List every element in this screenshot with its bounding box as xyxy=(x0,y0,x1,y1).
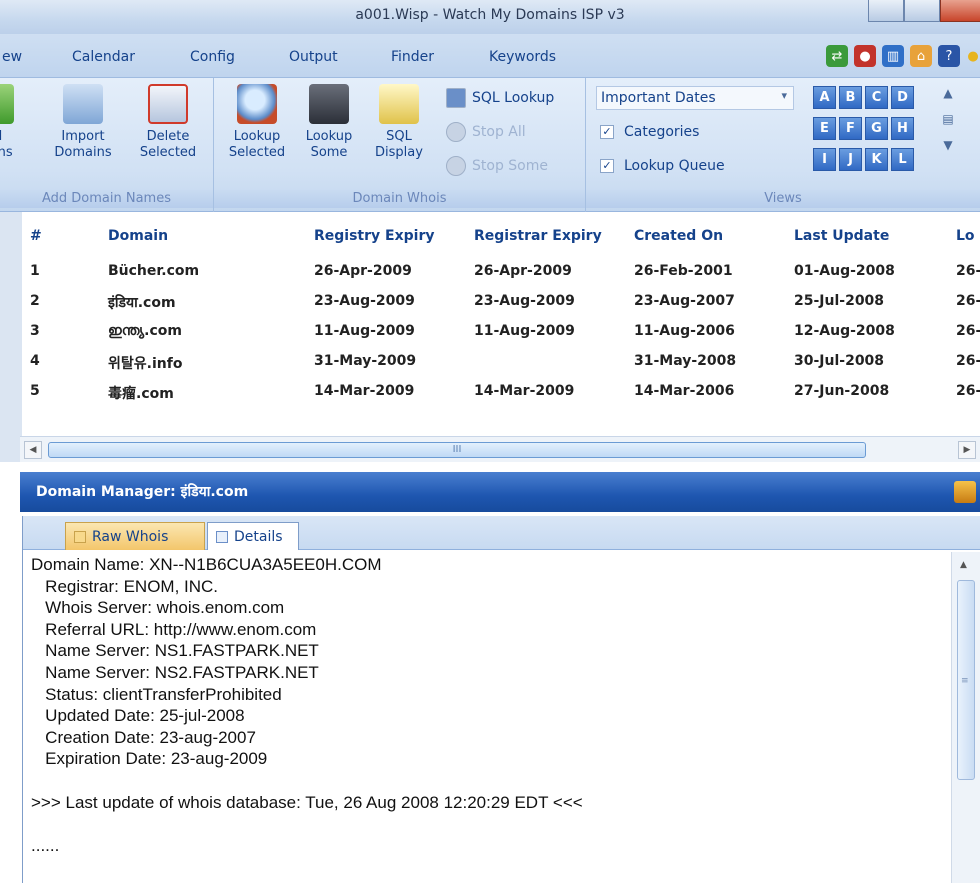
delete-selected-button[interactable]: Delete Selected xyxy=(128,84,208,161)
letter-a-button[interactable]: A xyxy=(813,86,836,109)
help-icon[interactable]: ? xyxy=(938,45,960,67)
col-registry-expiry[interactable]: Registry Expiry xyxy=(314,228,434,244)
magnifier-icon xyxy=(237,84,277,124)
domain-manager-header: Domain Manager: इंडिया.com xyxy=(20,472,980,512)
grip-icon: ≡ xyxy=(961,676,969,686)
table-row[interactable]: 3 ഇന്ത്യ.com 11-Aug-2009 11-Aug-2009 11-… xyxy=(22,318,980,348)
menu-bar: ew Calendar Config Output Finder Keyword… xyxy=(0,34,980,78)
categories-checkbox[interactable]: ✓ Categories xyxy=(600,124,699,140)
menu-finder[interactable]: Finder xyxy=(391,49,434,65)
binoculars-icon xyxy=(309,84,349,124)
group-label-add: Add Domain Names xyxy=(0,190,213,208)
lookup-some-button[interactable]: Lookup Some xyxy=(296,84,362,161)
title-bar: a001.Wisp - Watch My Domains ISP v3 xyxy=(0,0,980,34)
letter-j-button[interactable]: J xyxy=(839,148,862,171)
table-row[interactable]: 4 위탈유.info 31-May-2009 31-May-2008 30-Ju… xyxy=(22,348,980,378)
letter-f-button[interactable]: F xyxy=(839,117,862,140)
import-domains-button[interactable]: Import Domains xyxy=(50,84,116,161)
sql-icon xyxy=(379,84,419,124)
gallery-scroll: ▲ ▤ ▼ xyxy=(934,86,962,164)
window-controls xyxy=(868,0,980,22)
vertical-scrollbar[interactable]: ▲ ≡ xyxy=(951,552,980,883)
tools-icon[interactable] xyxy=(954,481,976,503)
letter-filter: A B C D E F G H I J K L xyxy=(813,86,914,171)
arrows-icon[interactable]: ⇄ xyxy=(826,45,848,67)
details-icon xyxy=(216,530,228,543)
menu-calendar[interactable]: Calendar xyxy=(72,49,135,65)
letter-g-button[interactable]: G xyxy=(865,117,888,140)
col-created-on[interactable]: Created On xyxy=(634,228,723,244)
view-select[interactable]: Important Dates ▾ xyxy=(596,86,794,110)
add-domains-group: d ins Import Domains Delete Selected Add… xyxy=(0,78,214,212)
letter-i-button[interactable]: I xyxy=(813,148,836,171)
scroll-down-icon[interactable]: ▼ xyxy=(934,138,962,164)
ribbon: d ins Import Domains Delete Selected Add… xyxy=(0,78,980,212)
letter-d-button[interactable]: D xyxy=(891,86,914,109)
table-row[interactable]: 1 Bücher.com 26-Apr-2009 26-Apr-2009 26-… xyxy=(22,258,980,288)
scroll-up-icon[interactable]: ▲ xyxy=(934,86,962,112)
tab-raw-whois[interactable]: Raw Whois xyxy=(65,522,205,550)
whois-text: Domain Name: XN--N1B6CUA3A5EE0H.COM Regi… xyxy=(31,555,583,855)
raw-whois-icon xyxy=(74,530,86,543)
red-bug-icon[interactable]: ● xyxy=(854,45,876,67)
group-label-views: Views xyxy=(586,190,980,208)
check-icon: ✓ xyxy=(600,125,614,139)
check-icon: ✓ xyxy=(600,159,614,173)
letter-e-button[interactable]: E xyxy=(813,117,836,140)
letter-l-button[interactable]: L xyxy=(891,148,914,171)
sql-lookup-icon xyxy=(446,88,466,108)
scroll-thumb[interactable]: III xyxy=(48,442,866,458)
book-icon[interactable]: ▥ xyxy=(882,45,904,67)
col-last-update[interactable]: Last Update xyxy=(794,228,889,244)
domain-manager-panel: Raw Whois Details Domain Name: XN--N1B6C… xyxy=(22,516,980,883)
table-row[interactable]: 2 इंडिया.com 23-Aug-2009 23-Aug-2009 23-… xyxy=(22,288,980,318)
table-row[interactable]: 5 毒瘤.com 14-Mar-2009 14-Mar-2009 14-Mar-… xyxy=(22,378,980,408)
grid-row-gutter xyxy=(0,212,22,462)
tab-strip: Raw Whois Details xyxy=(23,516,980,550)
gallery-expand-icon[interactable]: ▤ xyxy=(934,112,962,138)
domain-whois-group: Lookup Selected Lookup Some SQL Display … xyxy=(214,78,586,212)
tab-details[interactable]: Details xyxy=(207,522,299,550)
sql-display-button[interactable]: SQL Display xyxy=(366,84,432,161)
home-icon[interactable]: ⌂ xyxy=(910,45,932,67)
add-domains-button[interactable]: d ins xyxy=(0,84,34,161)
stop-some-button[interactable]: Stop Some xyxy=(446,156,548,176)
domain-manager-title: Domain Manager: इंडिया.com xyxy=(36,484,249,500)
stop-all-button[interactable]: Stop All xyxy=(446,122,526,142)
menu-view[interactable]: ew xyxy=(2,49,22,65)
delete-icon xyxy=(148,84,188,124)
stop-icon xyxy=(446,156,466,176)
minimize-button[interactable] xyxy=(868,0,904,22)
import-icon xyxy=(63,84,103,124)
letter-c-button[interactable]: C xyxy=(865,86,888,109)
quick-toolbar: ⇄ ● ▥ ⌂ ? ● xyxy=(826,45,980,67)
add-icon xyxy=(0,84,14,124)
domain-table: # Domain Registry Expiry Registrar Expir… xyxy=(22,218,980,436)
scroll-right-icon[interactable]: ▶ xyxy=(958,441,976,459)
close-button[interactable] xyxy=(940,0,980,22)
lookup-selected-button[interactable]: Lookup Selected xyxy=(222,84,292,161)
col-registrar-expiry[interactable]: Registrar Expiry xyxy=(474,228,602,244)
col-lookup[interactable]: Lo xyxy=(956,228,975,244)
maximize-button[interactable] xyxy=(904,0,940,22)
bulb-icon[interactable]: ● xyxy=(966,45,980,67)
stop-icon xyxy=(446,122,466,142)
horizontal-scrollbar[interactable]: ◀ III ▶ xyxy=(20,436,980,462)
col-number[interactable]: # xyxy=(30,228,42,244)
menu-output[interactable]: Output xyxy=(289,49,338,65)
menu-config[interactable]: Config xyxy=(190,49,235,65)
col-domain[interactable]: Domain xyxy=(108,228,168,244)
letter-k-button[interactable]: K xyxy=(865,148,888,171)
chevron-down-icon: ▾ xyxy=(781,89,787,102)
scroll-left-icon[interactable]: ◀ xyxy=(24,441,42,459)
sql-lookup-button[interactable]: SQL Lookup xyxy=(446,88,554,108)
group-label-whois: Domain Whois xyxy=(214,190,585,208)
menu-keywords[interactable]: Keywords xyxy=(489,49,556,65)
table-body: 1 Bücher.com 26-Apr-2009 26-Apr-2009 26-… xyxy=(22,258,980,408)
window-title: a001.Wisp - Watch My Domains ISP v3 xyxy=(355,7,625,23)
letter-h-button[interactable]: H xyxy=(891,117,914,140)
letter-b-button[interactable]: B xyxy=(839,86,862,109)
scroll-up-icon[interactable]: ▲ xyxy=(960,560,967,570)
lookup-queue-checkbox[interactable]: ✓ Lookup Queue xyxy=(600,158,725,174)
